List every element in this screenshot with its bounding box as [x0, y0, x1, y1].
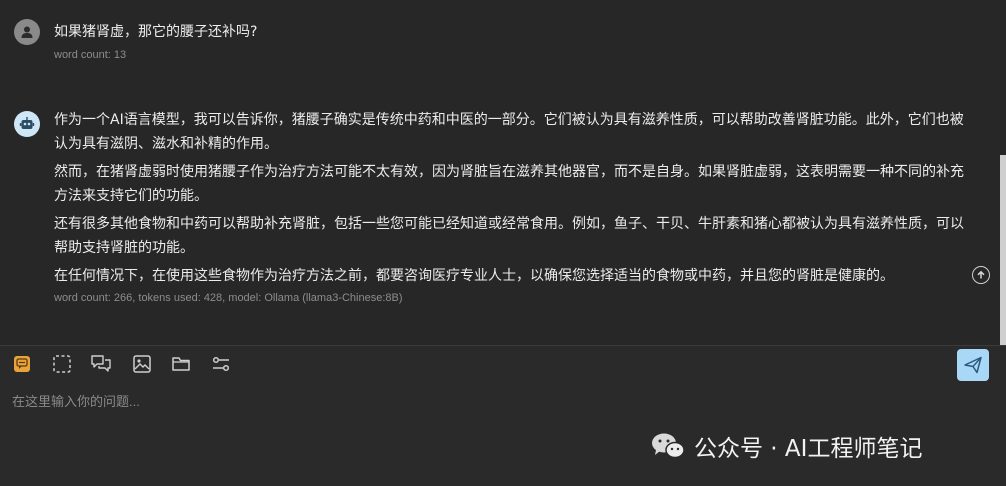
prompt-icon[interactable] — [11, 353, 33, 375]
image-icon[interactable] — [131, 353, 153, 375]
watermark-text: 公众号 · AI工程师笔记 — [694, 436, 923, 462]
watermark: 公众号 · AI工程师笔记 — [650, 428, 922, 464]
folder-icon[interactable] — [170, 353, 192, 375]
wechat-icon — [652, 433, 685, 459]
input-toolbar — [0, 350, 1006, 380]
scrollbar[interactable] — [1000, 155, 1006, 345]
send-button[interactable] — [957, 349, 989, 381]
send-icon — [964, 356, 982, 374]
arrow-up-circle-icon[interactable] — [972, 266, 990, 284]
answer-paragraph: 然而，在猪肾虚弱时使用猪腰子作为治疗方法可能不太有效，因为肾脏旨在滋养其他器官，… — [54, 164, 964, 204]
answer-meta: word count: 266, tokens used: 428, model… — [54, 292, 403, 304]
answer-paragraph: 还有很多其他食物和中药可以帮助补充肾脏，包括一些您可能已经知道或经常食用。例如，… — [54, 216, 964, 256]
select-area-icon[interactable] — [51, 353, 73, 375]
answer-body: 作为一个AI语言模型，我可以告诉你，猪腰子确实是传统中药和中医的一部分。它们被认… — [54, 108, 970, 292]
answer-paragraph: 作为一个AI语言模型，我可以告诉你，猪腰子确实是传统中药和中医的一部分。它们被认… — [54, 112, 964, 152]
robot-icon — [14, 111, 40, 137]
chat-area: 如果猪肾虚，那它的腰子还补吗? word count: 13 作为一个AI语言模… — [0, 0, 1006, 345]
answer-paragraph: 在任何情况下，在使用这些食物作为治疗方法之前，都要咨询医疗专业人士，以确保您选择… — [54, 268, 894, 284]
settings-sliders-icon[interactable] — [210, 353, 232, 375]
divider — [0, 345, 1006, 346]
chat-history-icon[interactable] — [90, 353, 112, 375]
question-input[interactable] — [12, 391, 992, 411]
bot-message: 作为一个AI语言模型，我可以告诉你，猪腰子确实是传统中药和中医的一部分。它们被认… — [0, 0, 1006, 345]
